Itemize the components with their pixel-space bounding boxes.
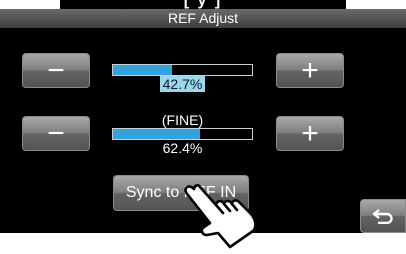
screen-title: REF Adjust [0, 9, 406, 28]
fine-level-bar [112, 128, 253, 140]
plus-icon: + [301, 53, 319, 87]
coarse-minus-button[interactable]: − [22, 53, 90, 88]
fine-mode-label: (FINE) [161, 112, 204, 128]
fine-minus-button[interactable]: − [22, 116, 90, 151]
back-button[interactable] [360, 199, 406, 233]
cropped-top-text: [ y ] [183, 0, 223, 9]
return-arrow-icon [372, 209, 393, 224]
pointing-hand-icon [184, 183, 257, 249]
coarse-plus-button[interactable]: + [276, 53, 344, 88]
plus-icon: + [301, 116, 319, 150]
coarse-level-fill [113, 65, 173, 75]
fine-plus-button[interactable]: + [276, 116, 344, 151]
fine-value: 62.4% [162, 140, 203, 156]
minus-icon: − [47, 116, 65, 150]
minus-icon: − [47, 53, 65, 87]
coarse-level-bar [112, 64, 253, 76]
coarse-value: 42.7% [159, 76, 206, 92]
cropped-top-label: [ y ] [60, 0, 346, 9]
coarse-value-wrap: 42.7% [112, 76, 253, 92]
fine-level-fill [113, 129, 200, 139]
